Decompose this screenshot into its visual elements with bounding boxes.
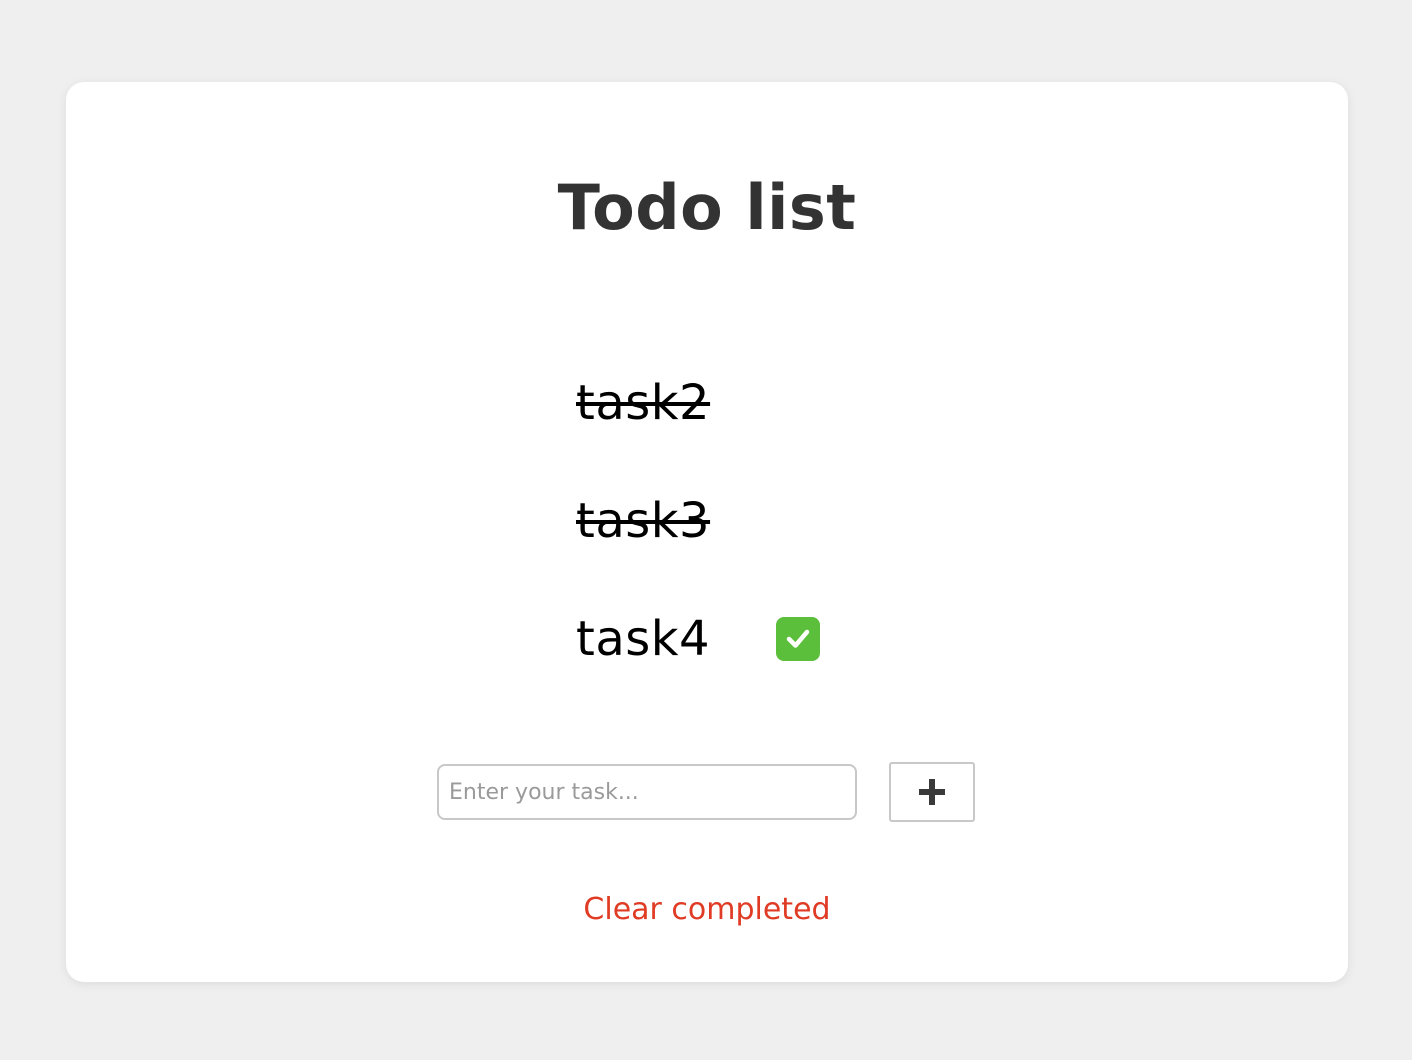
list-item: task2 bbox=[576, 344, 820, 462]
list-item: task4 bbox=[576, 580, 821, 698]
task-label[interactable]: task4 bbox=[576, 609, 710, 669]
clear-completed-link[interactable]: Clear completed bbox=[66, 892, 1348, 927]
check-mark-glyph bbox=[786, 629, 810, 648]
list-item: task3 bbox=[576, 462, 820, 580]
page-title: Todo list bbox=[557, 171, 857, 244]
task-label[interactable]: task2 bbox=[576, 373, 710, 433]
task-label[interactable]: task3 bbox=[576, 491, 710, 551]
plus-icon bbox=[919, 779, 945, 805]
todo-card: Todo list task2 task3 task4 Clear comple… bbox=[66, 82, 1348, 982]
check-mark-icon[interactable] bbox=[776, 617, 821, 661]
task-list: task2 task3 task4 bbox=[576, 344, 821, 698]
add-task-row bbox=[437, 762, 975, 822]
task-input[interactable] bbox=[437, 764, 857, 820]
add-task-button[interactable] bbox=[889, 762, 975, 822]
